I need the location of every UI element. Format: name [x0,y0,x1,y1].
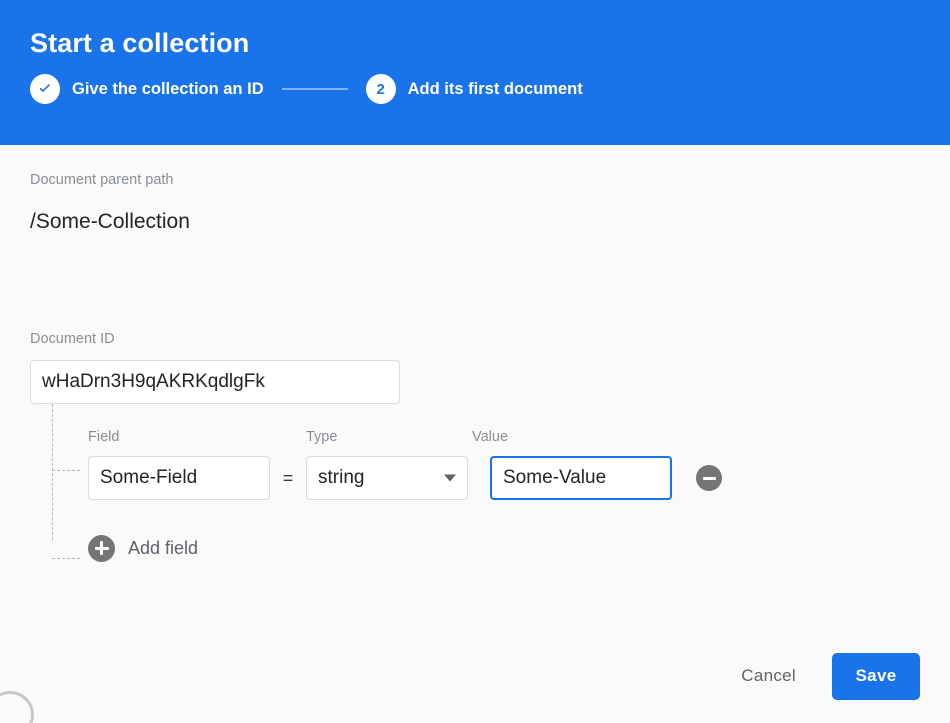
save-button[interactable]: Save [832,652,920,700]
plus-bar-vertical [100,541,103,555]
step-2-label: Add its first document [407,79,583,98]
document-id-input[interactable] [30,360,400,404]
field-column-headers: Field Type Value [88,404,920,446]
field-name-input[interactable] [88,456,270,500]
cancel-button[interactable]: Cancel [727,656,810,696]
field-type-select[interactable]: string [306,456,468,500]
dialog-body: Document parent path /Some-Collection Do… [0,145,950,633]
tree-branch-add-field [52,558,80,559]
minus-bar [702,476,716,480]
add-field-button[interactable]: Add field [88,534,198,562]
tree-branch-field-row [52,470,80,471]
field-type-select-wrapper: string [306,456,468,500]
page-title: Start a collection [30,28,250,58]
parent-path-label: Document parent path [30,172,174,188]
step-2-indicator: 2 [365,74,396,104]
column-header-field: Field [88,429,120,445]
equals-symbol: = [282,467,294,488]
step-1-label: Give the collection an ID [72,79,264,98]
step-1-indicator [30,74,60,104]
fields-tree: Field Type Value = string [52,404,920,562]
tree-trunk-line [52,404,53,540]
stepper-step-2[interactable]: 2 Add its first document [365,74,583,104]
column-header-type: Type [306,429,338,445]
plus-circle-icon [88,534,115,562]
stepper-connector [281,88,348,90]
minus-circle-icon[interactable] [696,465,722,491]
dialog-footer: Cancel Save [0,633,950,723]
column-header-value: Value [472,429,509,445]
check-icon [39,83,51,93]
document-id-label: Document ID [30,331,115,347]
step-2-number: 2 [376,80,385,98]
stepper-step-1[interactable]: Give the collection an ID [30,74,264,104]
stepper: Give the collection an ID 2 Add its firs… [30,74,920,104]
field-value-input[interactable] [490,456,672,500]
field-row: = string [88,456,920,500]
dialog-header: Start a collection Give the collection a… [0,0,950,145]
parent-path-value: /Some-Collection [30,210,190,233]
start-collection-dialog: Start a collection Give the collection a… [0,0,950,723]
add-field-label: Add field [128,537,199,558]
